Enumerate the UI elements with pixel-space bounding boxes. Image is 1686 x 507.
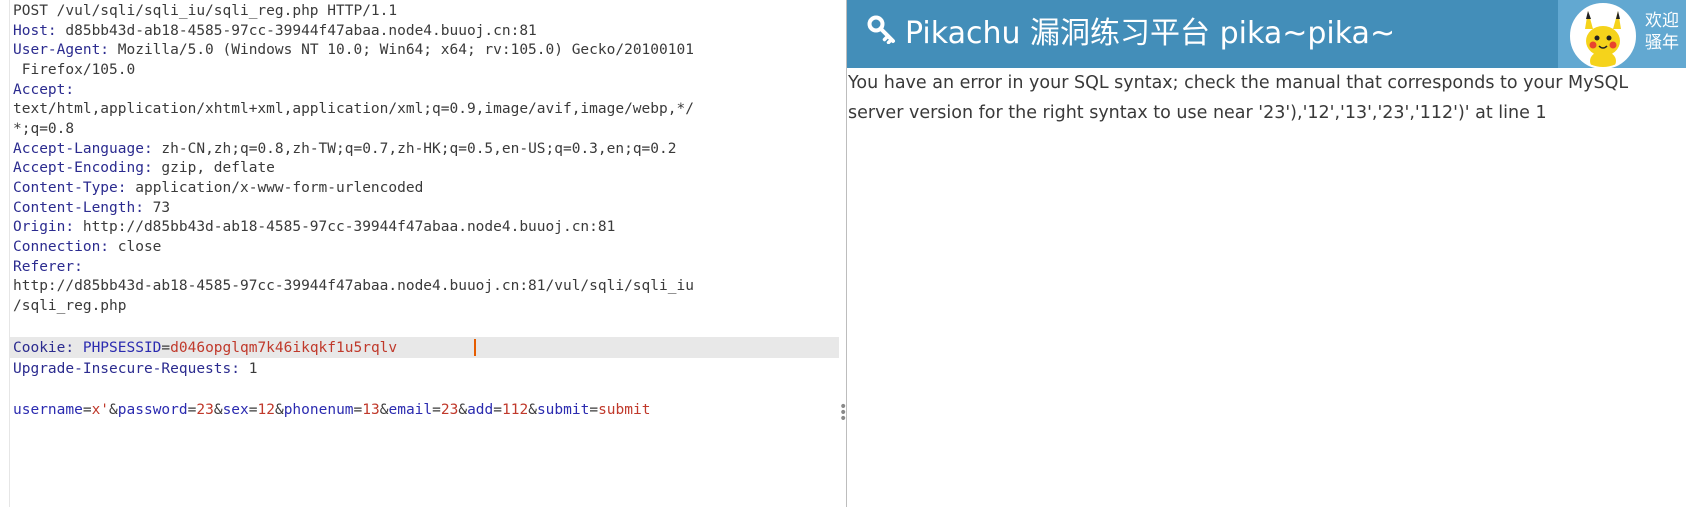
header-line[interactable]: http://d85bb43d-ab18-4585-97cc-39944f47a… [13,276,694,297]
pikachu-avatar[interactable] [1570,3,1636,69]
drag-handle-icon[interactable]: • • • [839,400,847,426]
banner-title: Pikachu 漏洞练习平台 pika~pika~ [905,16,1396,51]
sql-error-message: You have an error in your SQL syntax; ch… [848,73,1629,123]
header-line[interactable]: User-Agent: Mozilla/5.0 (Windows NT 10.0… [13,40,694,61]
welcome-text: 欢迎 骚年 [1645,11,1679,53]
key-icon [867,1,897,69]
text-cursor [474,339,476,356]
request-body-line[interactable]: username=x'&password=23&sex=12&phonenum=… [13,400,650,421]
header-line[interactable]: text/html,application/xhtml+xml,applicat… [13,99,694,120]
request-line[interactable]: POST /vul/sqli/sqli_iu/sqli_reg.php HTTP… [13,1,397,22]
page-header-banner: Pikachu 漏洞练习平台 pika~pika~ 欢迎 骚年 [847,0,1686,69]
line-number-gutter [0,0,10,507]
header-line[interactable]: Accept-Language: zh-CN,zh;q=0.8,zh-TW;q=… [13,139,676,160]
header-line[interactable]: Accept: [13,80,74,101]
request-editor-pane[interactable]: POST /vul/sqli/sqli_iu/sqli_reg.php HTTP… [0,0,847,507]
header-line[interactable]: Firefox/105.0 [13,60,136,81]
header-line[interactable]: Upgrade-Insecure-Requests: 1 [13,359,257,380]
header-line[interactable]: Origin: http://d85bb43d-ab18-4585-97cc-3… [13,217,615,238]
header-line[interactable]: Accept-Encoding: gzip, deflate [13,158,275,179]
user-info-box[interactable]: 欢迎 骚年 [1558,0,1686,69]
cookie-line[interactable]: Cookie: PHPSESSID=d046opglqm7k46ikqkf1u5… [13,338,397,359]
response-render-pane: Pikachu 漏洞练习平台 pika~pika~ 欢迎 骚年 You have… [847,0,1686,507]
header-line[interactable]: Content-Length: 73 [13,198,170,219]
header-line[interactable]: *;q=0.8 [13,119,74,140]
header-line[interactable]: /sqli_reg.php [13,296,127,317]
header-line[interactable]: Referer: [13,257,83,278]
header-line[interactable]: Connection: close [13,237,161,258]
banner-title-block[interactable]: Pikachu 漏洞练习平台 pika~pika~ [867,0,1395,68]
header-line[interactable]: Host: d85bb43d-ab18-4585-97cc-39944f47ab… [13,21,537,42]
header-line[interactable]: Content-Type: application/x-www-form-url… [13,178,423,199]
